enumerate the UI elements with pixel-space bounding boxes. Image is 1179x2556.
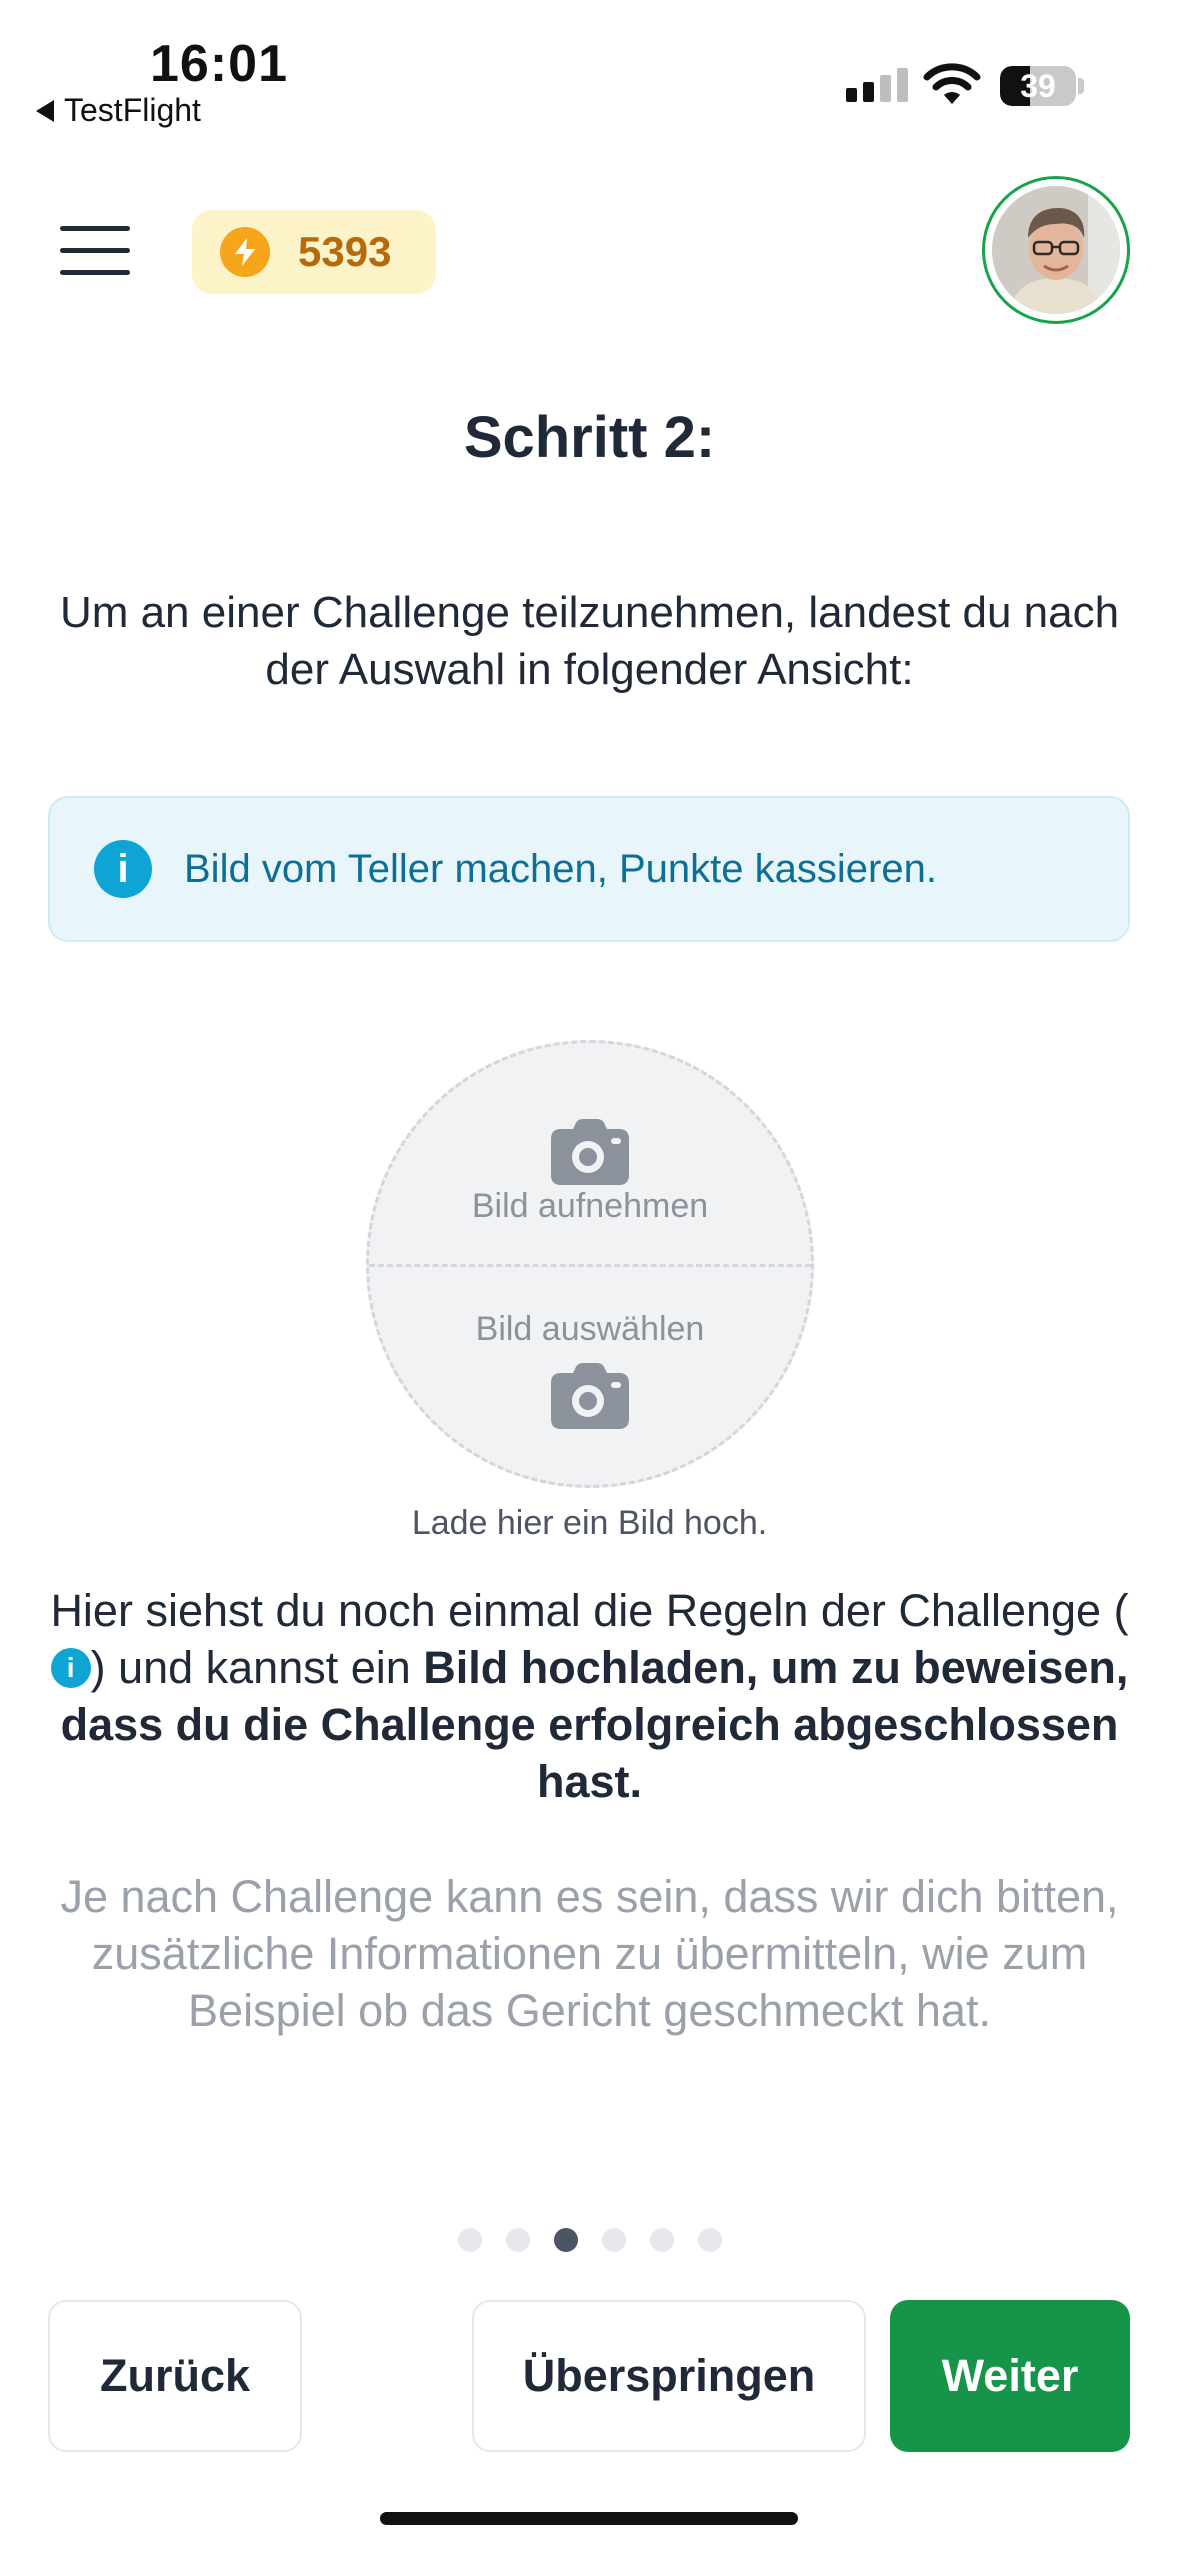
pagination-dot xyxy=(601,2228,626,2252)
home-indicator xyxy=(380,2512,798,2525)
status-time: 16:01 xyxy=(150,35,288,93)
step-intro: Um an einer Challenge teilzunehmen, land… xyxy=(59,588,1120,694)
back-app-label: TestFlight xyxy=(64,92,201,128)
rules-text-1: Hier siehst du noch einmal die Regeln de… xyxy=(50,1585,1129,1636)
choose-photo-label: Bild auswählen xyxy=(475,1310,705,1348)
back-arrow-icon xyxy=(36,99,54,122)
pagination-dot xyxy=(457,2228,482,2252)
pagination-dots xyxy=(0,2228,1179,2252)
next-button[interactable]: Weiter xyxy=(890,2300,1130,2452)
take-photo-label: Bild aufnehmen xyxy=(471,1187,709,1225)
pagination-dot xyxy=(649,2228,674,2252)
inline-info-icon: i xyxy=(50,1648,91,1688)
cellular-signal-icon xyxy=(846,68,908,102)
choose-photo-button[interactable]: Bild auswählen xyxy=(369,1264,811,1485)
step-title: Schritt 2: xyxy=(463,405,716,470)
additional-info-note: Je nach Challenge kann es sein, dass wir… xyxy=(60,1871,1119,2036)
lightning-bolt-icon xyxy=(220,227,270,277)
battery-percent: 39 xyxy=(1020,68,1056,104)
back-button[interactable]: Zurück xyxy=(48,2300,302,2452)
points-value: 5393 xyxy=(298,228,392,275)
pagination-dot xyxy=(553,2228,578,2252)
rules-description: Hier siehst du noch einmal die Regeln de… xyxy=(40,1582,1139,1810)
image-upload-circle: Bild aufnehmen Bild auswählen xyxy=(366,1040,814,1488)
rules-text-2: ) und kannst ein xyxy=(90,1642,424,1693)
menu-icon[interactable] xyxy=(60,224,132,280)
skip-button[interactable]: Überspringen xyxy=(472,2300,866,2452)
challenge-info-banner: i Bild vom Teller machen, Punkte kassier… xyxy=(48,796,1130,942)
camera-icon xyxy=(551,1363,629,1429)
take-photo-button[interactable]: Bild aufnehmen xyxy=(369,1043,811,1264)
wifi-icon xyxy=(923,63,981,104)
pagination-dot xyxy=(505,2228,530,2252)
back-to-testflight[interactable]: TestFlight xyxy=(36,92,201,129)
camera-icon xyxy=(551,1119,629,1185)
battery-icon: 39 xyxy=(1000,66,1076,106)
avatar[interactable] xyxy=(982,176,1130,324)
points-badge[interactable]: 5393 xyxy=(192,210,436,294)
info-banner-text: Bild vom Teller machen, Punkte kassieren… xyxy=(184,846,937,891)
pagination-dot xyxy=(697,2228,722,2252)
info-icon: i xyxy=(94,840,152,898)
upload-hint: Lade hier ein Bild hoch. xyxy=(411,1504,768,1542)
